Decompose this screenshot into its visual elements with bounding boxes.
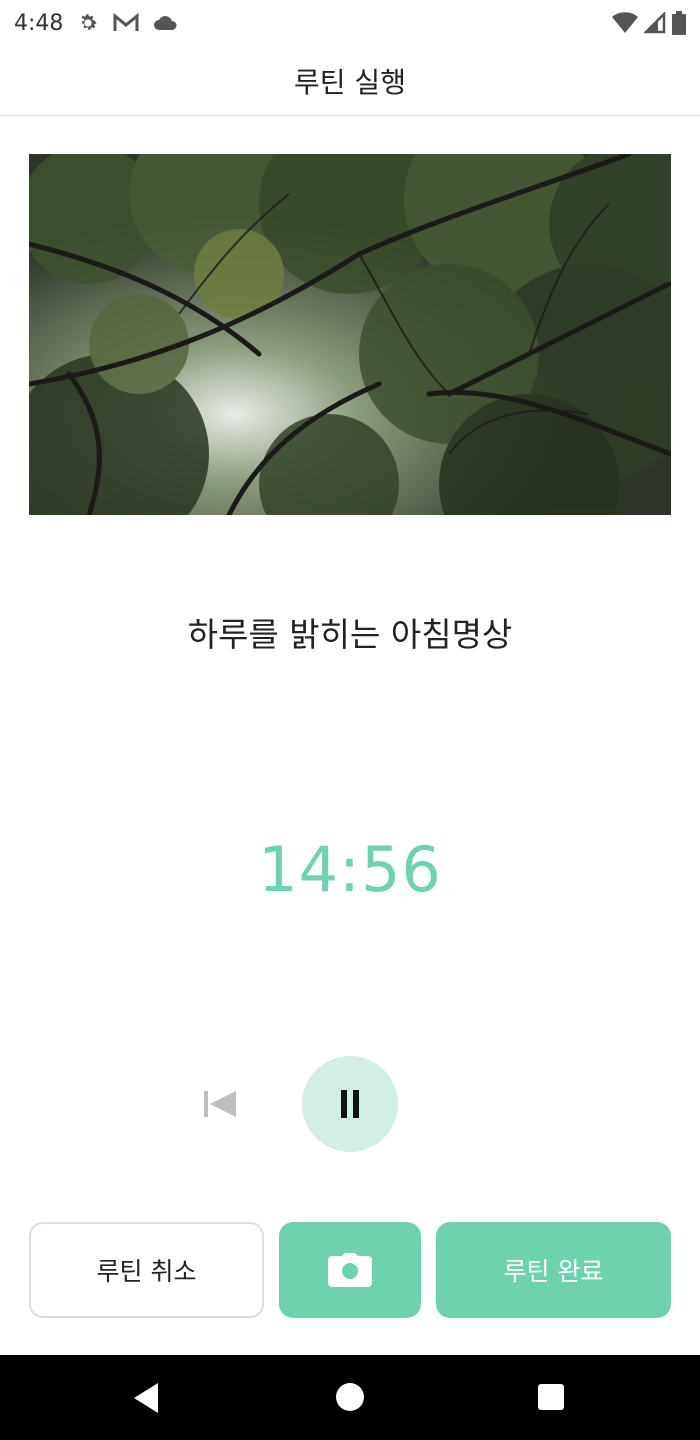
status-left: 4:48 (14, 11, 179, 36)
camera-button[interactable] (279, 1222, 421, 1318)
action-bar: 루틴 취소 루틴 완료 (0, 1222, 700, 1318)
cancel-routine-button[interactable]: 루틴 취소 (29, 1222, 264, 1318)
complete-routine-button[interactable]: 루틴 완료 (436, 1222, 671, 1318)
status-bar: 4:48 (0, 0, 700, 46)
camera-icon (328, 1253, 372, 1287)
home-icon[interactable] (336, 1383, 364, 1411)
skip-previous-icon (204, 1091, 236, 1117)
status-right (612, 11, 686, 35)
wifi-icon (612, 12, 638, 34)
recents-icon[interactable] (538, 1384, 564, 1410)
status-time: 4:48 (14, 10, 64, 36)
skip-previous-button[interactable] (196, 1083, 244, 1125)
cloud-icon (153, 14, 179, 32)
complete-routine-label: 루틴 완료 (503, 1257, 604, 1286)
back-icon[interactable] (128, 1379, 166, 1417)
page-title: 루틴 실행 (294, 65, 406, 99)
app-bar: 루틴 실행 (0, 46, 700, 116)
forest-canopy-image (29, 154, 671, 515)
gear-icon (77, 12, 99, 34)
cancel-routine-label: 루틴 취소 (96, 1257, 197, 1286)
routine-image (29, 154, 671, 515)
system-nav-bar (0, 1355, 700, 1440)
routine-title: 하루를 밝히는 아침명상 (187, 615, 513, 654)
pause-button[interactable] (302, 1056, 398, 1152)
countdown-timer: 14:56 (258, 833, 442, 906)
battery-icon (672, 11, 686, 35)
signal-icon (644, 12, 666, 34)
pause-icon (341, 1090, 359, 1118)
gmail-icon (113, 13, 139, 33)
